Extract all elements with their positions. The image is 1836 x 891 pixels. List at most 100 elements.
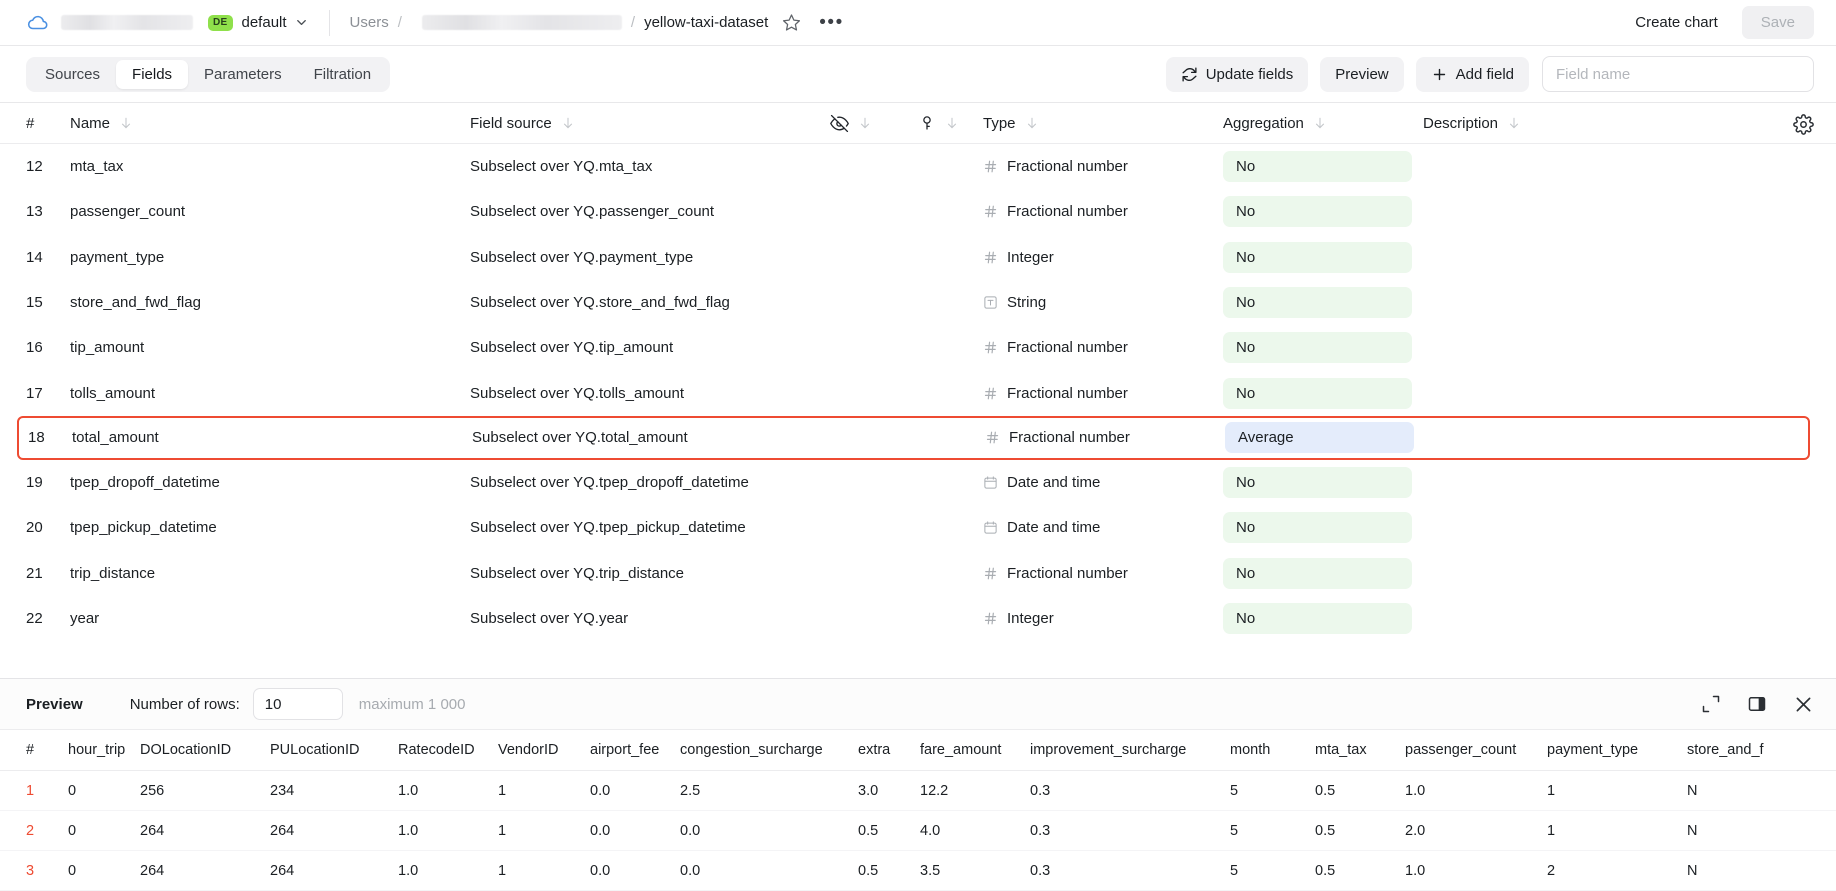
column-header-description-label: Description xyxy=(1423,115,1498,132)
preview-column-header: mta_tax xyxy=(1315,742,1405,758)
update-fields-button[interactable]: Update fields xyxy=(1166,57,1309,92)
aggregation-badge[interactable]: No xyxy=(1223,603,1412,634)
aggregation-badge[interactable]: No xyxy=(1223,512,1412,543)
column-header-hidden[interactable] xyxy=(830,114,918,133)
star-icon[interactable] xyxy=(782,13,801,32)
sort-down-icon[interactable] xyxy=(1313,116,1327,130)
column-header-aggregation[interactable]: Aggregation xyxy=(1223,115,1423,132)
column-header-type[interactable]: Type xyxy=(983,115,1223,132)
preview-table-header: #hour_tripDOLocationIDPULocationIDRateco… xyxy=(0,729,1836,771)
column-header-aggregation-label: Aggregation xyxy=(1223,115,1304,132)
sort-down-icon[interactable] xyxy=(1025,116,1039,130)
field-row-type: Fractional number xyxy=(983,385,1223,402)
preview-panel: Preview Number of rows: maximum 1 000 #h… xyxy=(0,678,1836,891)
preview-cell: 0.0 xyxy=(590,863,680,879)
field-row[interactable]: 19tpep_dropoff_datetimeSubselect over YQ… xyxy=(0,460,1836,505)
field-row[interactable]: 14payment_typeSubselect over YQ.payment_… xyxy=(0,235,1836,280)
save-button[interactable]: Save xyxy=(1742,6,1814,39)
add-field-button[interactable]: Add field xyxy=(1416,57,1529,92)
sort-down-icon[interactable] xyxy=(858,116,872,130)
field-row-aggregation[interactable]: No xyxy=(1223,603,1423,634)
divider xyxy=(329,10,330,36)
column-header-description[interactable]: Description xyxy=(1423,115,1623,132)
rows-count-label: Number of rows: xyxy=(130,696,240,713)
field-row-type: Fractional number xyxy=(983,203,1223,220)
close-icon[interactable] xyxy=(1793,694,1814,715)
tab-fields[interactable]: Fields xyxy=(116,60,188,89)
aggregation-badge[interactable]: No xyxy=(1223,378,1412,409)
toolbar: Sources Fields Parameters Filtration Upd… xyxy=(0,46,1836,102)
column-header-field-source[interactable]: Field source xyxy=(470,115,830,132)
field-row[interactable]: 13passenger_countSubselect over YQ.passe… xyxy=(0,189,1836,234)
field-name-input[interactable] xyxy=(1542,56,1814,92)
preview-column-header: airport_fee xyxy=(590,742,680,758)
aggregation-badge[interactable]: No xyxy=(1223,242,1412,273)
hash-icon xyxy=(983,340,998,355)
field-row-number: 16 xyxy=(26,339,70,356)
chevron-down-icon[interactable] xyxy=(294,15,309,30)
aggregation-badge[interactable]: No xyxy=(1223,558,1412,589)
more-options-icon[interactable]: ••• xyxy=(819,13,843,32)
preview-cell: 0.0 xyxy=(680,823,858,839)
aggregation-badge[interactable]: No xyxy=(1223,287,1412,318)
sort-down-icon[interactable] xyxy=(119,116,133,130)
sort-down-icon[interactable] xyxy=(1507,116,1521,130)
rows-count-input[interactable] xyxy=(253,688,343,720)
field-row-aggregation[interactable]: No xyxy=(1223,151,1423,182)
preview-title: Preview xyxy=(26,696,83,713)
tab-filtration[interactable]: Filtration xyxy=(298,60,388,89)
preview-column-header: payment_type xyxy=(1547,742,1687,758)
max-rows-note: maximum 1 000 xyxy=(359,696,466,713)
breadcrumb-users[interactable]: Users xyxy=(350,14,389,31)
field-row[interactable]: 16tip_amountSubselect over YQ.tip_amount… xyxy=(0,325,1836,370)
aggregation-badge[interactable]: No xyxy=(1223,196,1412,227)
field-row-aggregation[interactable]: No xyxy=(1223,467,1423,498)
field-row[interactable]: 21trip_distanceSubselect over YQ.trip_di… xyxy=(0,550,1836,595)
aggregation-badge[interactable]: Average xyxy=(1225,422,1414,453)
field-row[interactable]: 18total_amountSubselect over YQ.total_am… xyxy=(17,416,1810,460)
field-row-aggregation[interactable]: No xyxy=(1223,558,1423,589)
preview-cell: 3.5 xyxy=(920,863,1030,879)
column-header-name[interactable]: Name xyxy=(70,115,470,132)
fields-table-header: # Name Field source xyxy=(0,102,1836,144)
create-chart-button[interactable]: Create chart xyxy=(1623,7,1730,38)
field-row[interactable]: 15store_and_fwd_flagSubselect over YQ.st… xyxy=(0,280,1836,325)
aggregation-badge[interactable]: No xyxy=(1223,151,1412,182)
sort-down-icon[interactable] xyxy=(945,116,959,130)
column-header-key[interactable] xyxy=(918,114,983,132)
field-row[interactable]: 22yearSubselect over YQ.yearIntegerNo xyxy=(0,596,1836,641)
preview-cell: 4.0 xyxy=(920,823,1030,839)
breadcrumb-user-redacted xyxy=(422,15,622,30)
field-row-source: Subselect over YQ.passenger_count xyxy=(470,203,830,220)
preview-cell: 1.0 xyxy=(398,823,498,839)
field-row-aggregation[interactable]: Average xyxy=(1225,422,1425,453)
tab-sources[interactable]: Sources xyxy=(29,60,116,89)
field-row-type-label: Integer xyxy=(1007,249,1054,266)
preview-button[interactable]: Preview xyxy=(1320,57,1403,92)
aggregation-badge[interactable]: No xyxy=(1223,467,1412,498)
sort-down-icon[interactable] xyxy=(561,116,575,130)
tab-parameters[interactable]: Parameters xyxy=(188,60,298,89)
field-row-aggregation[interactable]: No xyxy=(1223,512,1423,543)
field-row-type: Fractional number xyxy=(983,158,1223,175)
field-row-aggregation[interactable]: No xyxy=(1223,332,1423,363)
field-row[interactable]: 12mta_taxSubselect over YQ.mta_taxFracti… xyxy=(0,144,1836,189)
field-row-aggregation[interactable]: No xyxy=(1223,242,1423,273)
preview-column-header: PULocationID xyxy=(270,742,398,758)
panel-layout-icon[interactable] xyxy=(1747,694,1767,714)
field-row[interactable]: 17tolls_amountSubselect over YQ.tolls_am… xyxy=(0,370,1836,415)
table-settings-button[interactable] xyxy=(1793,103,1814,145)
field-row[interactable]: 20tpep_pickup_datetimeSubselect over YQ.… xyxy=(0,505,1836,550)
field-row-type: Integer xyxy=(983,610,1223,627)
field-row-aggregation[interactable]: No xyxy=(1223,196,1423,227)
field-row-type-label: Fractional number xyxy=(1009,429,1130,446)
expand-icon[interactable] xyxy=(1701,694,1721,714)
field-row-number: 17 xyxy=(26,385,70,402)
preview-cell: 0.3 xyxy=(1030,863,1230,879)
field-row-number: 15 xyxy=(26,294,70,311)
hash-icon xyxy=(985,430,1000,445)
aggregation-badge[interactable]: No xyxy=(1223,332,1412,363)
field-row-aggregation[interactable]: No xyxy=(1223,287,1423,318)
field-row-aggregation[interactable]: No xyxy=(1223,378,1423,409)
project-name: default xyxy=(242,14,287,31)
